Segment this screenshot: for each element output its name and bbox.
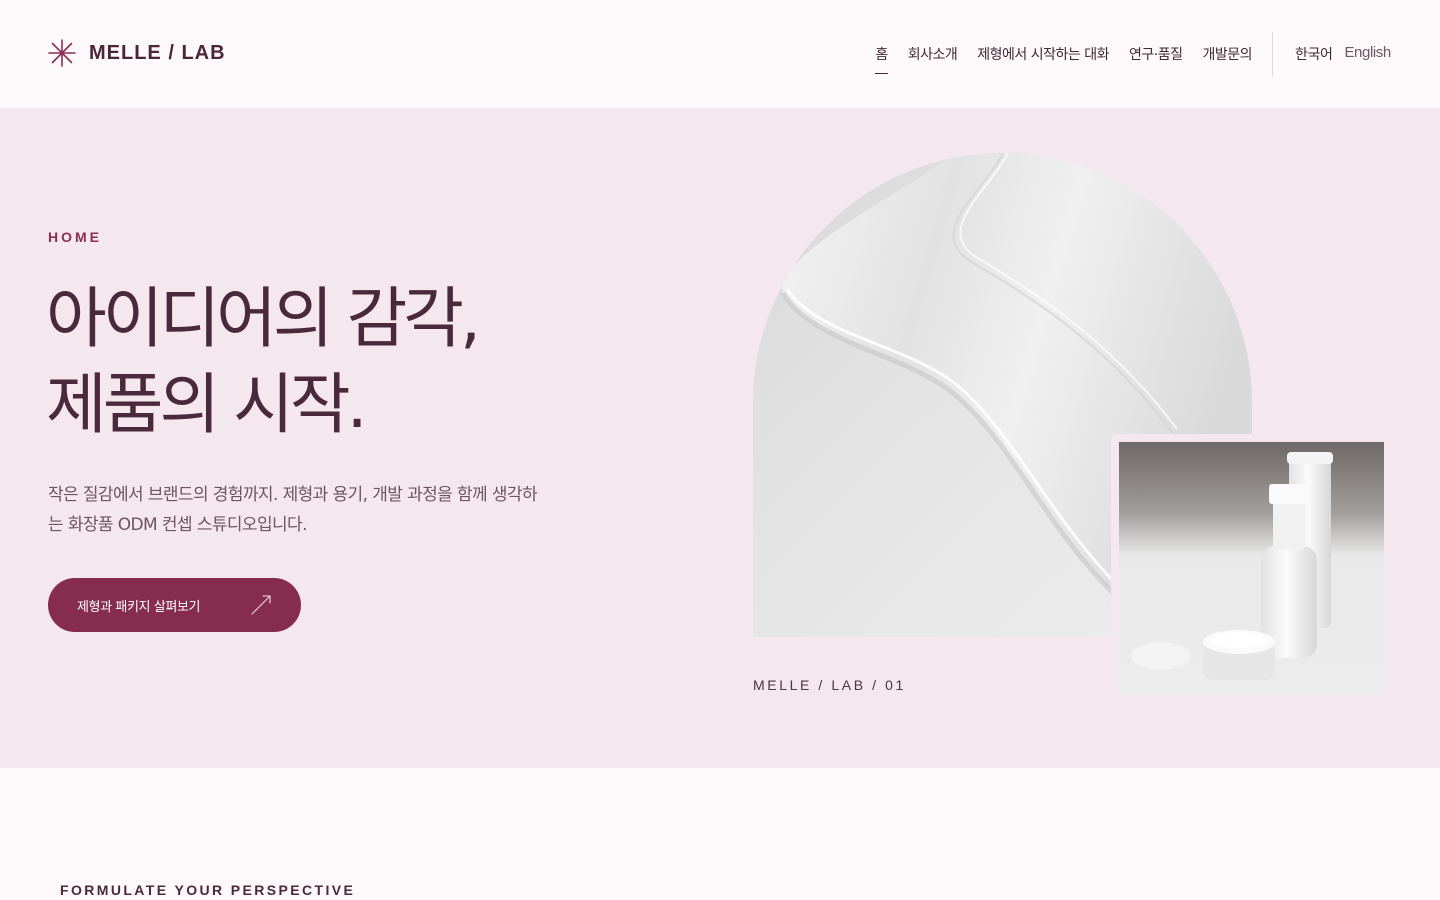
nav-item-formulation-talk[interactable]: 제형에서 시작하는 대화 [977,44,1109,64]
hero-section: HOME 아이디어의 감각, 제품의 시작. 작은 질감에서 브랜드의 경험까지… [0,108,1440,768]
hero-title-line-2: 제품의 시작. [46,366,368,443]
nav-divider [1272,32,1273,76]
site-header: MELLE / LAB 홈 회사소개 제형에서 시작하는 대화 연구·품질 개발… [0,0,1440,108]
hero-title: 아이디어의 감각, 제품의 시작. [46,276,481,448]
nav-item-home[interactable]: 홈 [875,44,888,74]
hero-eyebrow: HOME [48,229,102,245]
language-switcher: 한국어 English [1295,44,1391,64]
section-label: FORMULATE YOUR PERSPECTIVE [60,882,356,898]
lang-korean[interactable]: 한국어 [1295,44,1333,64]
hero-title-line-1: 아이디어의 감각, [46,280,481,357]
nav-item-dev-inquiry[interactable]: 개발문의 [1202,44,1252,64]
lang-english[interactable]: English [1344,44,1391,64]
nav-item-research-quality[interactable]: 연구·품질 [1129,44,1183,64]
brand-logo[interactable]: MELLE / LAB [48,39,226,67]
explore-formulation-button[interactable]: 제형과 패키지 살펴보기 [48,578,301,632]
cosmetic-bottles-image [1119,442,1384,695]
main-nav: 홈 회사소개 제형에서 시작하는 대화 연구·품질 개발문의 [875,44,1252,74]
nav-item-about[interactable]: 회사소개 [908,44,958,64]
arrow-up-right-icon [251,595,271,615]
brand-name: MELLE / LAB [89,41,226,64]
hero-description: 작은 질감에서 브랜드의 경험까지. 제형과 용기, 개발 과정을 함께 생각하… [48,485,538,535]
cta-label: 제형과 패키지 살펴보기 [77,599,201,615]
asterisk-star-icon [48,39,76,67]
hero-caption: MELLE / LAB / 01 [753,677,906,693]
